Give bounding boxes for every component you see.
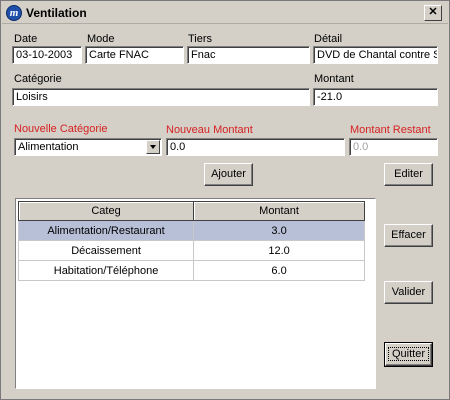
- mode-field[interactable]: Carte FNAC: [85, 46, 184, 64]
- effacer-button[interactable]: Effacer: [384, 224, 433, 247]
- table-row[interactable]: Alimentation/Restaurant 3.0: [17, 220, 365, 241]
- categorie-field[interactable]: Loisirs: [12, 88, 310, 106]
- window-title: Ventilation: [26, 6, 87, 20]
- cell-montant: 12.0: [193, 240, 365, 261]
- montant-restant-label: Montant Restant: [350, 124, 431, 136]
- table-row[interactable]: Habitation/Téléphone 6.0: [17, 260, 365, 281]
- nouveau-montant-field[interactable]: 0.0: [166, 138, 345, 156]
- categorie-label: Catégorie: [14, 73, 62, 85]
- ventilation-grid: Categ Montant Alimentation/Restaurant 3.…: [17, 201, 365, 281]
- quitter-label: Quitter: [387, 347, 429, 361]
- cell-montant: 3.0: [193, 220, 365, 241]
- date-field[interactable]: 03-10-2003: [12, 46, 82, 64]
- title-bar[interactable]: m Ventilation ✕: [2, 2, 448, 24]
- close-icon: ✕: [428, 6, 438, 18]
- column-header-categ[interactable]: Categ: [17, 201, 195, 221]
- valider-button[interactable]: Valider: [384, 281, 433, 304]
- montant-restant-field: 0.0: [349, 138, 438, 156]
- chevron-down-icon[interactable]: [146, 140, 160, 154]
- quitter-button[interactable]: Quitter: [384, 342, 433, 367]
- ventilation-window: m Ventilation ✕ Date Mode Tiers Détail 0…: [0, 0, 450, 400]
- editer-button[interactable]: Editer: [384, 163, 433, 186]
- nouvelle-categorie-value: Alimentation: [18, 141, 79, 153]
- cell-categ: Habitation/Téléphone: [17, 260, 195, 281]
- cell-categ: Décaissement: [17, 240, 195, 261]
- cell-montant: 6.0: [193, 260, 365, 281]
- app-icon: m: [6, 5, 22, 21]
- table-row[interactable]: Décaissement 12.0: [17, 240, 365, 261]
- montant-field[interactable]: -21.0: [313, 88, 438, 106]
- nouvelle-categorie-label: Nouvelle Catégorie: [14, 123, 108, 135]
- nouvelle-categorie-select[interactable]: Alimentation: [14, 138, 162, 156]
- ventilation-table[interactable]: Categ Montant Alimentation/Restaurant 3.…: [15, 198, 376, 389]
- close-button[interactable]: ✕: [424, 5, 442, 21]
- cell-categ: Alimentation/Restaurant: [17, 220, 195, 241]
- tiers-field[interactable]: Fnac: [187, 46, 310, 64]
- date-label: Date: [14, 33, 38, 45]
- tiers-label: Tiers: [188, 33, 213, 45]
- mode-label: Mode: [87, 33, 115, 45]
- ajouter-button[interactable]: Ajouter: [204, 163, 253, 186]
- montant-label: Montant: [314, 73, 354, 85]
- nouveau-montant-label: Nouveau Montant: [166, 124, 253, 136]
- detail-field[interactable]: DVD de Chantal contre Sp: [313, 46, 438, 64]
- column-header-montant[interactable]: Montant: [193, 201, 365, 221]
- detail-label: Détail: [314, 33, 343, 45]
- table-header-row: Categ Montant: [17, 201, 365, 221]
